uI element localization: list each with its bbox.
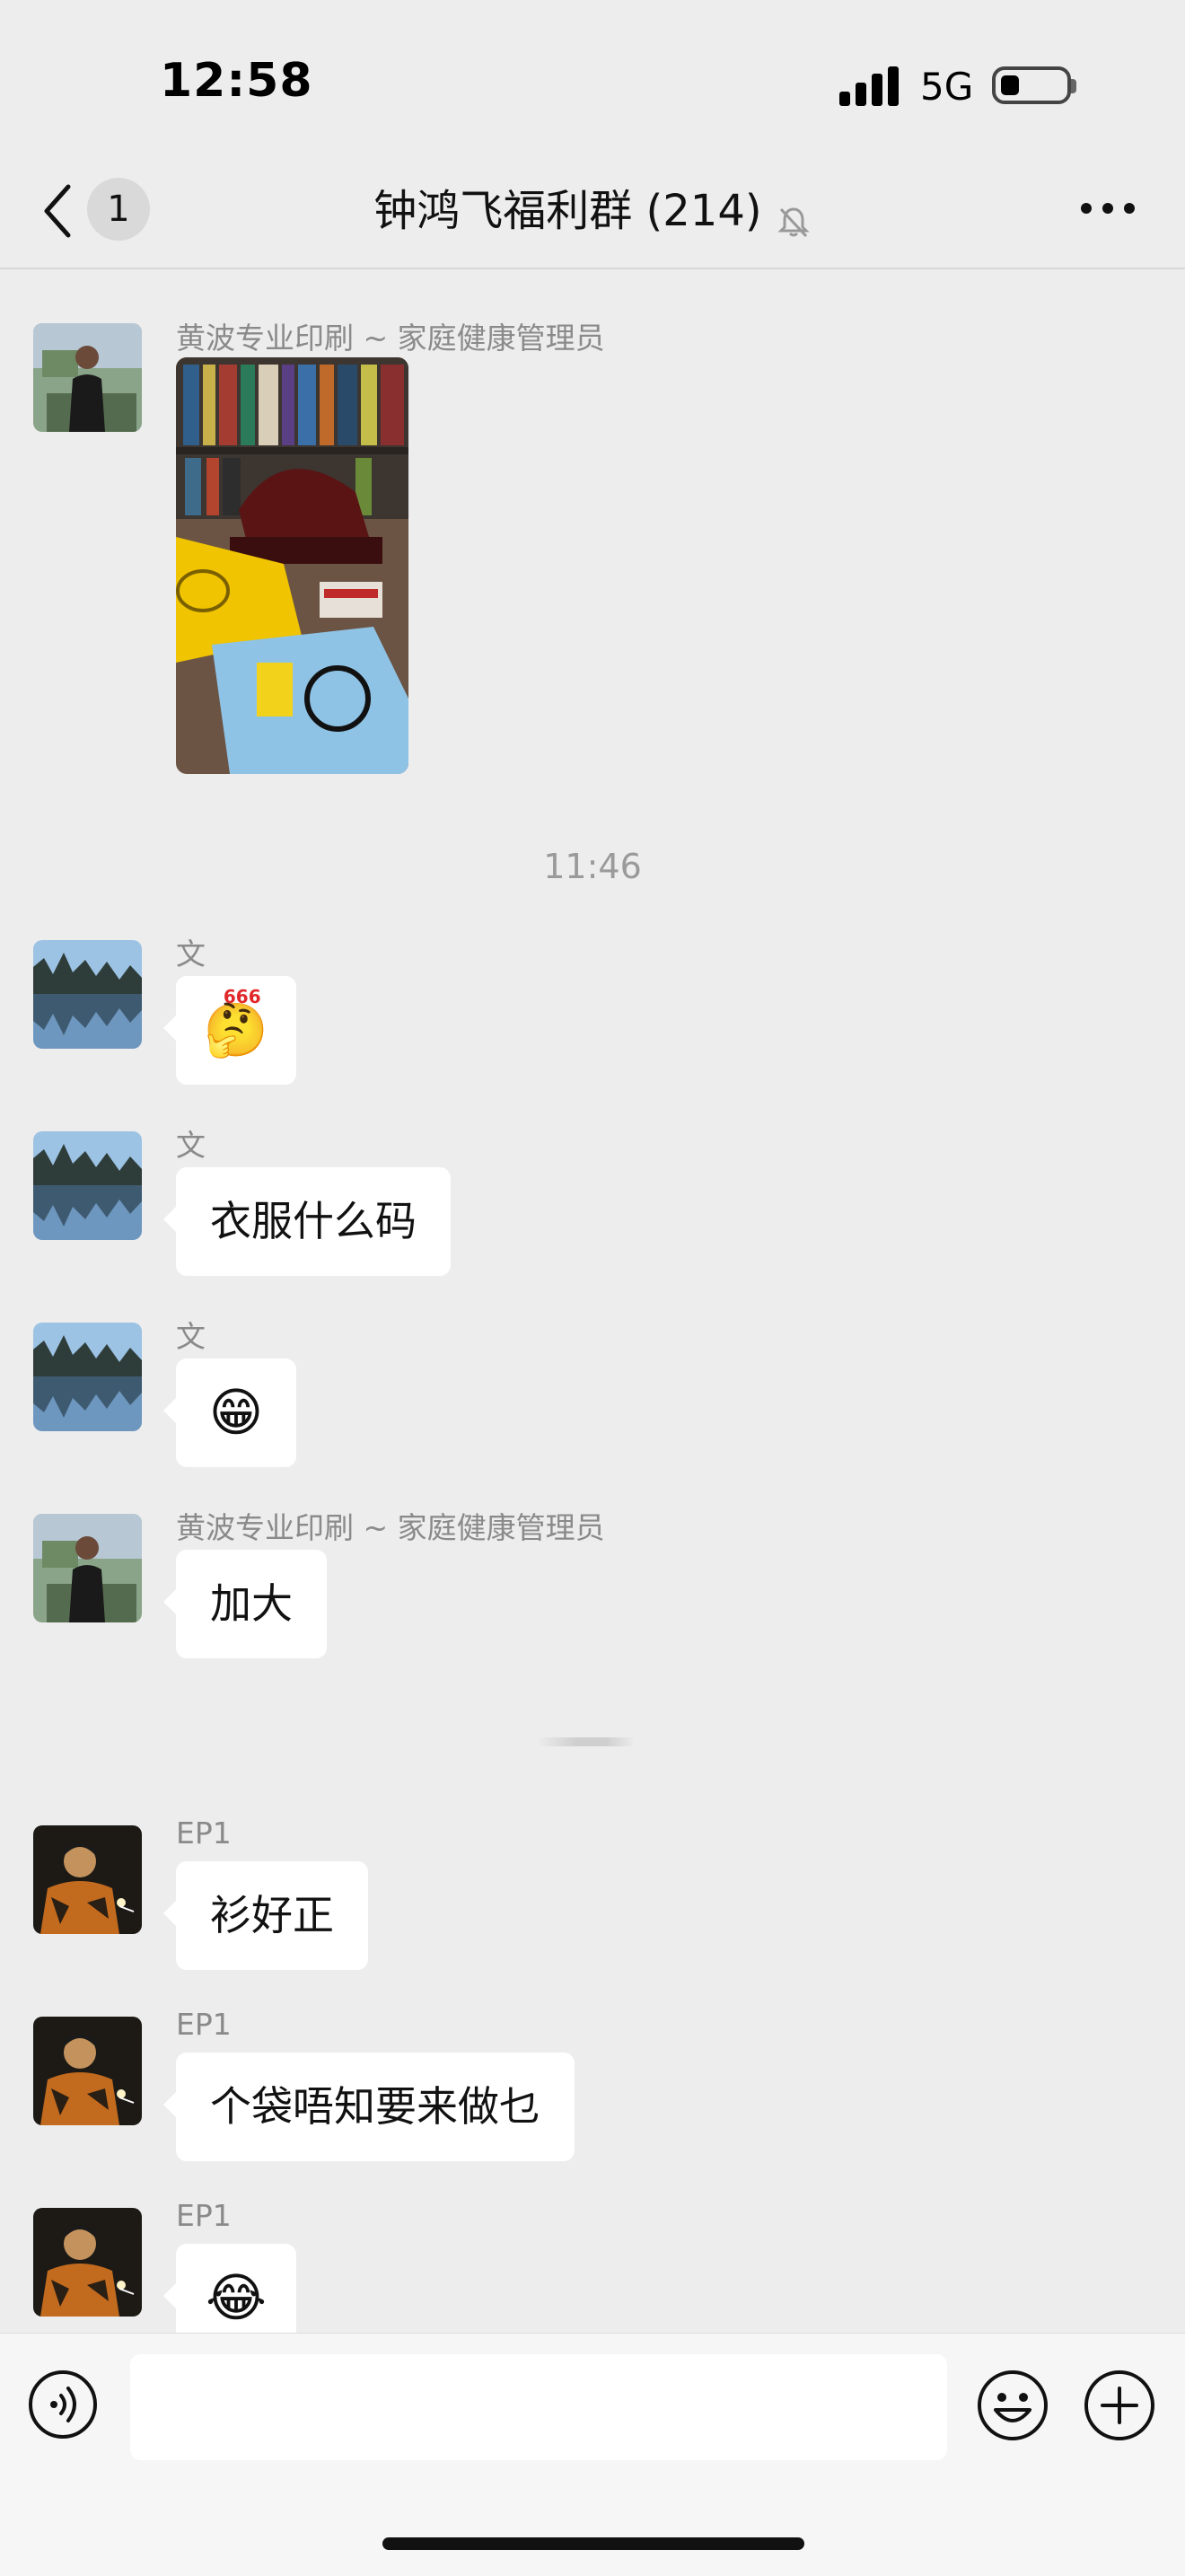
- battery-cap: [1071, 79, 1076, 93]
- avatar-lake-mountains[interactable]: [33, 1323, 142, 1431]
- text-message[interactable]: 衣服什么码: [163, 1167, 451, 1276]
- sender-name: 文: [176, 936, 206, 971]
- back-icon[interactable]: [40, 180, 75, 242]
- sender-name: EP1: [176, 2007, 232, 2042]
- avatar-lake-mountains[interactable]: [33, 940, 142, 1049]
- signal-icon: [839, 66, 900, 106]
- more-options-icon[interactable]: [1081, 203, 1135, 215]
- image-message[interactable]: [176, 357, 408, 774]
- emoji-badge: 666: [223, 986, 261, 1007]
- thinking-face-icon: 🤔 666: [203, 986, 269, 1060]
- chat-title-area[interactable]: 钟鸿飞福利群 (214): [269, 180, 916, 242]
- chat-title: 钟鸿飞福利群 (214): [373, 186, 762, 236]
- avatar-man-night[interactable]: [33, 1825, 142, 1934]
- crying-laughing-face-icon: 😂: [206, 2267, 267, 2328]
- avatar-man-night[interactable]: [33, 2208, 142, 2317]
- text-message[interactable]: 个袋唔知要来做乜: [163, 2053, 575, 2161]
- text-message[interactable]: 衫好正: [163, 1861, 368, 1970]
- grinning-face-icon: 😁: [208, 1382, 264, 1443]
- loading-divider: [537, 1737, 636, 1746]
- sender-name: 文: [176, 1128, 206, 1163]
- network-type: 5G: [920, 65, 974, 109]
- sender-name: 文: [176, 1319, 206, 1354]
- home-indicator[interactable]: [382, 2537, 804, 2550]
- status-time: 12:58: [160, 54, 313, 108]
- sender-name: EP1: [176, 1816, 232, 1851]
- message-input[interactable]: [130, 2354, 947, 2460]
- mute-bell-icon: [776, 204, 812, 240]
- sender-name: EP1: [176, 2198, 232, 2233]
- timestamp: 11:46: [543, 847, 642, 886]
- avatar-man-dark-shirt[interactable]: [33, 1514, 142, 1622]
- sender-name: 黄波专业印刷 ~ 家庭健康管理员: [176, 321, 605, 356]
- unread-count-badge[interactable]: 1: [87, 178, 150, 241]
- emoji-icon[interactable]: [976, 2369, 1049, 2442]
- avatar-lake-mountains[interactable]: [33, 1131, 142, 1240]
- sender-name: 黄波专业印刷 ~ 家庭健康管理员: [176, 1510, 605, 1545]
- voice-icon[interactable]: [27, 2369, 99, 2440]
- emoji-message[interactable]: 😁: [163, 1358, 296, 1467]
- battery-icon: [992, 66, 1071, 104]
- text-message[interactable]: 加大: [163, 1550, 327, 1658]
- avatar-man-dark-shirt[interactable]: [33, 323, 142, 432]
- emoji-message[interactable]: 🤔 666: [163, 976, 296, 1085]
- plus-icon[interactable]: [1083, 2369, 1156, 2442]
- avatar-man-night[interactable]: [33, 2017, 142, 2125]
